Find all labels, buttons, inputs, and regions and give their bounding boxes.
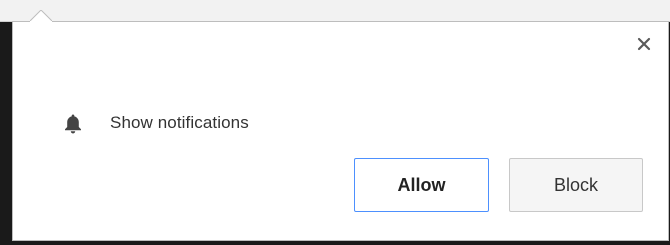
close-button[interactable] <box>634 36 654 56</box>
permission-row: Show notifications <box>63 111 249 135</box>
site-origin <box>40 53 430 74</box>
browser-viewport: Show notifications Allow Block <box>0 0 670 245</box>
block-button[interactable]: Block <box>509 158 643 212</box>
bell-icon <box>63 112 83 134</box>
dialog-pointer-arrow <box>30 10 52 32</box>
page-top-strip <box>0 0 670 22</box>
permission-label: Show notifications <box>110 113 249 132</box>
close-icon <box>637 37 651 56</box>
notification-permission-dialog: Show notifications Allow Block <box>12 21 669 241</box>
allow-button[interactable]: Allow <box>354 158 489 212</box>
